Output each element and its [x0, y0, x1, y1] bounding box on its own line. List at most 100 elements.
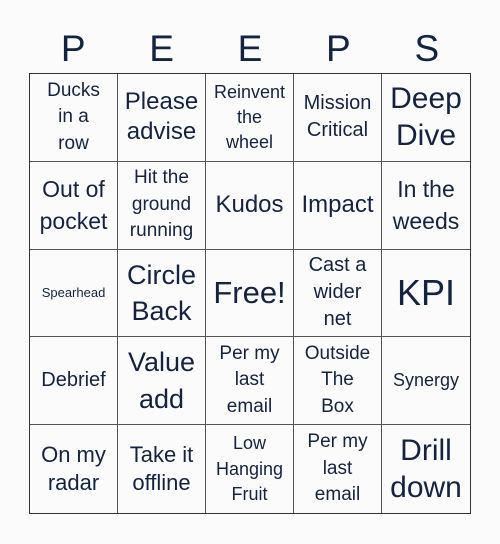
bingo-cell[interactable]: On my radar — [30, 425, 118, 513]
cell-label: Value add — [128, 344, 195, 417]
cell-label-line: The — [321, 369, 354, 391]
bingo-cell[interactable]: Circle Back — [118, 249, 206, 338]
cell-label-line: Debrief — [41, 369, 106, 392]
title-letter: E — [237, 28, 263, 69]
cell-label-line: net — [323, 308, 352, 331]
cell-label-line: KPI — [396, 271, 456, 313]
cell-label-line: wider — [313, 281, 362, 304]
cell-label-line: email — [314, 484, 361, 506]
cell-label-line: row — [58, 132, 89, 154]
cell-label: Spearhead — [41, 284, 106, 301]
bingo-cell[interactable]: Deep Dive — [382, 74, 470, 162]
cell-label-line: Mission — [303, 92, 372, 115]
bingo-board: Ducks in a row Please advise Reinvent the whe… — [29, 73, 471, 514]
cell-label: Outside The Box — [305, 341, 370, 421]
bingo-cell[interactable]: Kudos — [206, 161, 294, 250]
cell-label-line: Per my — [307, 431, 368, 453]
cell-label-line: Low — [232, 433, 267, 454]
bingo-cell[interactable]: Value add — [118, 337, 206, 426]
bingo-cell[interactable]: Low Hanging Fruit — [206, 425, 294, 513]
cell-label-line: last — [234, 369, 265, 391]
title-letter: E — [149, 28, 174, 69]
cell-label-line: Value — [127, 347, 196, 378]
bingo-title: P E E P S — [29, 26, 471, 72]
cell-label-line: Outside — [304, 342, 371, 364]
cell-label: Out of pocket — [40, 173, 108, 237]
bingo-cell[interactable]: KPI — [382, 249, 470, 338]
bingo-cell[interactable]: Spearhead — [30, 249, 118, 338]
free-space-cell[interactable]: Free! — [206, 249, 294, 338]
bingo-cell[interactable]: Mission Critical — [294, 74, 382, 162]
cell-label-line: running — [129, 220, 194, 242]
cell-label: Impact — [301, 190, 373, 220]
cell-label-line: Critical — [306, 119, 369, 142]
cell-label-line: advise — [126, 118, 197, 146]
cell-label: Circle Back — [127, 257, 196, 330]
bingo-cell[interactable]: Per my last email — [206, 337, 294, 426]
cell-label: In the weeds — [393, 173, 459, 237]
cell-label: Per my last email — [219, 341, 279, 421]
cell-label-line: Synergy — [392, 370, 460, 391]
cell-label-line: Kudos — [215, 191, 284, 219]
cell-label: Mission Critical — [304, 90, 372, 144]
cell-label: Kudos — [215, 190, 283, 220]
cell-label: KPI — [396, 271, 456, 313]
cell-label-line: offline — [132, 470, 191, 496]
cell-label-line: pocket — [39, 208, 108, 235]
cell-label-line: wheel — [225, 131, 273, 152]
cell-label-line: Per my — [219, 342, 280, 364]
cell-label-line: Box — [321, 396, 354, 418]
cell-label: Debrief — [41, 367, 105, 394]
bingo-cell[interactable]: Please advise — [118, 74, 206, 162]
cell-label-line: email — [226, 396, 273, 418]
bingo-cell[interactable]: Hit the ground running — [118, 161, 206, 250]
cell-label-line: Please — [124, 88, 199, 116]
title-letter: S — [414, 28, 440, 69]
cell-label-line: add — [138, 383, 185, 414]
bingo-cell[interactable]: Ducks in a row — [30, 74, 118, 162]
bingo-cell[interactable]: Outside The Box — [294, 337, 382, 426]
cell-label-line: Spearhead — [41, 284, 106, 300]
bingo-cell[interactable]: Drill down — [382, 425, 470, 513]
cell-label-line: Fruit — [231, 483, 268, 504]
cell-label-line: Hit the — [134, 167, 189, 189]
bingo-cell[interactable]: Cast a wider net — [294, 249, 382, 338]
cell-label-line: down — [390, 471, 462, 505]
cell-label: Reinvent the wheel — [214, 80, 285, 156]
cell-label-line: ground — [131, 193, 192, 215]
cell-label-line: in a — [58, 106, 89, 128]
cell-label-line: weeds — [392, 208, 460, 235]
cell-label: Low Hanging Fruit — [216, 431, 283, 507]
bingo-cell[interactable]: Synergy — [382, 337, 470, 426]
bingo-cell[interactable]: Per my last email — [294, 425, 382, 513]
bingo-cell[interactable]: In the weeds — [382, 161, 470, 250]
cell-label-line: Take it — [129, 441, 194, 467]
cell-label-line: Ducks — [47, 79, 100, 101]
cell-label-line: Out of — [42, 176, 105, 202]
cell-label-line: Dive — [395, 119, 456, 153]
cell-label: Ducks in a row — [47, 78, 100, 158]
cell-label-line: Drill — [400, 433, 452, 467]
cell-label-line: Reinvent — [213, 81, 286, 102]
bingo-cell[interactable]: Debrief — [30, 337, 118, 426]
bingo-cell[interactable]: Reinvent the wheel — [206, 74, 294, 162]
cell-label: Deep Dive — [390, 80, 462, 155]
bingo-cell[interactable]: Out of pocket — [30, 161, 118, 250]
cell-label-line: Back — [131, 295, 192, 326]
cell-label-line: Impact — [301, 191, 374, 219]
cell-label-line: Hanging — [215, 458, 284, 479]
cell-label-line: last — [322, 457, 353, 479]
cell-label: Free! — [213, 275, 285, 311]
cell-label: Per my last email — [307, 429, 367, 509]
title-letter: P — [326, 28, 351, 69]
bingo-cell[interactable]: Take it offline — [118, 425, 206, 513]
cell-label-line: the — [236, 106, 262, 127]
cell-label-line: On my — [41, 441, 106, 467]
cell-label: Synergy — [393, 368, 459, 393]
cell-label-line: In the — [397, 176, 455, 202]
cell-label-line: Circle — [126, 259, 196, 290]
cell-label: Hit the ground running — [130, 165, 193, 245]
bingo-cell[interactable]: Impact — [294, 161, 382, 250]
cell-label: Cast a wider net — [309, 252, 367, 333]
cell-label-line: radar — [47, 470, 100, 496]
